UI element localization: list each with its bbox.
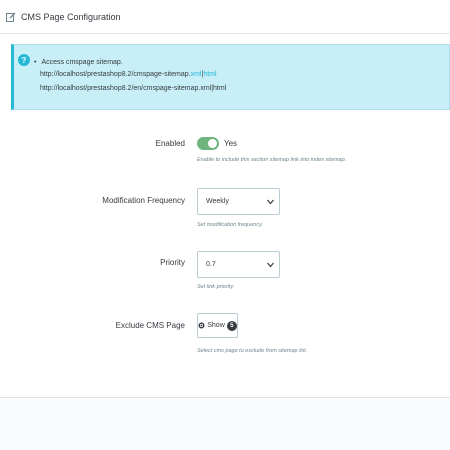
sitemap-url-1: http://localhost/prestashop8.2/cmspage-s…: [40, 71, 217, 78]
frequency-select[interactable]: Weekly: [197, 188, 280, 215]
edit-icon: [6, 12, 16, 22]
frequency-label: Modification Frequency: [102, 196, 185, 205]
html-link[interactable]: html: [203, 71, 216, 78]
toggle-knob: [208, 139, 217, 148]
chevron-down-icon: [267, 262, 274, 268]
config-panel: CMS Page Configuration ? Access cmspage …: [0, 0, 450, 450]
alert-bullet: Access cmspage sitemap.: [34, 56, 122, 69]
show-button-label: Show: [207, 322, 225, 329]
enabled-help: Enable to include this section sitemap l…: [197, 157, 347, 163]
panel-title: CMS Page Configuration: [21, 11, 121, 22]
xml-link[interactable]: xml: [191, 71, 202, 78]
sitemap-url-2[interactable]: http://localhost/prestashop8.2/en/cmspag…: [40, 85, 226, 92]
enabled-label: Enabled: [155, 139, 185, 148]
frequency-help: Set modification frequency.: [197, 222, 263, 228]
alert-list: Access cmspage sitemap.: [34, 56, 122, 69]
info-alert: ? Access cmspage sitemap. http://localho…: [11, 44, 450, 110]
priority-help: Set link priority.: [197, 284, 235, 290]
priority-label: Priority: [160, 258, 185, 267]
svg-text:?: ?: [22, 56, 27, 65]
priority-select[interactable]: 0.7: [197, 251, 280, 278]
enabled-toggle-label: Yes: [224, 139, 238, 148]
exclude-label: Exclude CMS Page: [115, 321, 185, 330]
show-button[interactable]: Show 5: [197, 313, 238, 338]
help-icon: ?: [18, 54, 30, 66]
chevron-down-icon: [267, 199, 274, 205]
enabled-toggle[interactable]: [197, 137, 219, 150]
gear-icon: [198, 322, 205, 329]
panel-footer: [0, 397, 450, 450]
count-badge: 5: [226, 320, 237, 331]
exclude-help: Select cms page to exclude from sitemap …: [197, 348, 308, 354]
panel-heading: CMS Page Configuration: [0, 0, 450, 34]
frequency-value: Weekly: [206, 198, 229, 205]
priority-value: 0.7: [206, 261, 216, 268]
